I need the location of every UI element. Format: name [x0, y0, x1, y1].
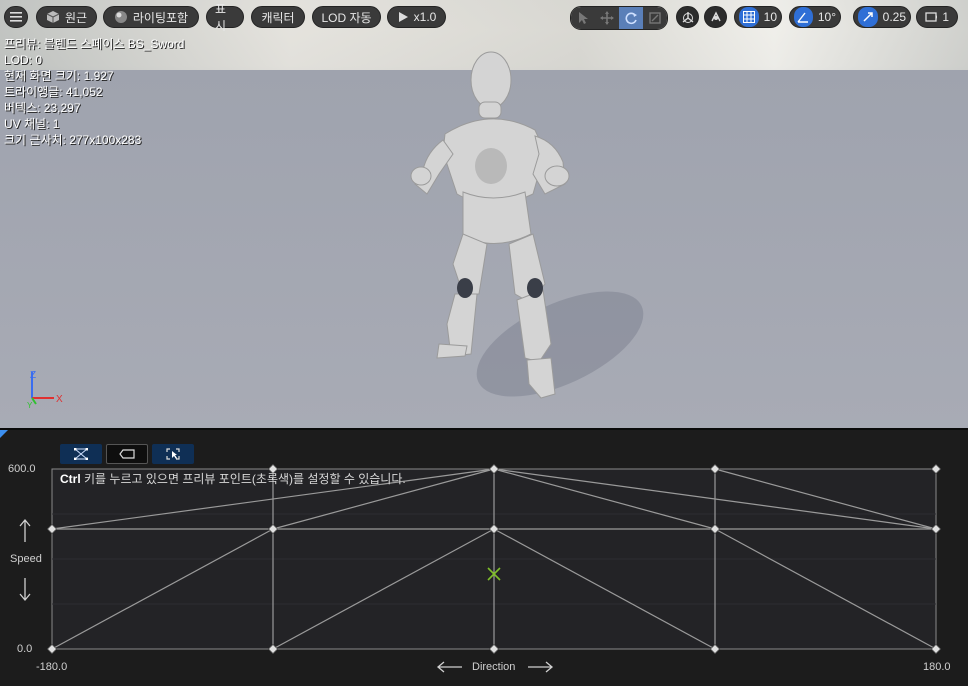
viewport-menu-button[interactable]: [4, 6, 28, 28]
axis-gizmo: Z X Y: [27, 370, 63, 410]
panel-corner-marker: [0, 430, 8, 438]
scale-snap-button[interactable]: 0.25: [853, 6, 911, 28]
triangulation-icon: [74, 448, 88, 460]
character-label: 캐릭터: [261, 10, 295, 25]
show-label: 표시: [215, 2, 227, 33]
rotate-mode-button[interactable]: [619, 7, 643, 29]
down-arrow-icon: [19, 578, 31, 602]
mannequin-character[interactable]: [405, 44, 645, 404]
label-tag-icon: [119, 449, 135, 459]
left-arrow-icon: [436, 661, 462, 673]
x-axis-min-label: -180.0: [36, 661, 68, 673]
y-axis-min-label: 0.0: [17, 643, 33, 655]
lighting-label: 라이팅포함: [132, 10, 189, 25]
coordinate-space-button[interactable]: [676, 6, 699, 28]
play-speed-button[interactable]: x1.0: [387, 6, 446, 28]
surface-snap-icon: [710, 11, 721, 22]
select-mode-button[interactable]: [571, 7, 595, 29]
fit-view-icon: [166, 448, 180, 460]
y-axis-max-label: 600.0: [8, 463, 36, 475]
camera-speed-value: 1: [942, 10, 949, 24]
scale-icon: [649, 12, 661, 24]
stat-preview: 프리뷰: 블렌드 스페이스 BS_Sword: [4, 37, 185, 51]
lighting-mode-button[interactable]: 라이팅포함: [103, 6, 199, 28]
scale-snap-icon: [858, 7, 878, 27]
stat-vertices: 버텍스: 23,297: [4, 101, 81, 115]
zoom-to-fit-button[interactable]: [152, 444, 194, 464]
transform-mode-group: [570, 6, 668, 30]
camera-icon: [925, 12, 938, 22]
scale-mode-button[interactable]: [643, 7, 667, 29]
rotate-icon: [625, 12, 637, 25]
rotation-snap-button[interactable]: 10°: [789, 6, 841, 28]
lod-button[interactable]: LOD 자동: [312, 6, 381, 28]
move-arrows-icon: [600, 11, 614, 25]
camera-speed-button[interactable]: 1: [916, 6, 958, 28]
hint-key: Ctrl: [60, 472, 81, 486]
up-arrow-icon: [19, 518, 31, 542]
lit-sphere-icon: [114, 11, 127, 23]
surface-snap-button[interactable]: [704, 6, 727, 28]
play-speed-label: x1.0: [413, 10, 437, 24]
play-icon: [398, 12, 408, 22]
show-button[interactable]: 표시: [206, 2, 244, 33]
stat-bounds: 크기 근사치: 277x100x283: [4, 133, 142, 147]
preview-hint: Ctrl 키를 누르고 있으면 프리뷰 포인트(초록색)를 설정할 수 있습니다…: [60, 470, 406, 487]
hamburger-icon: [10, 12, 22, 22]
lod-label: LOD 자동: [321, 10, 372, 25]
blendspace-panel: Ctrl 키를 누르고 있으면 프리뷰 포인트(초록색)를 설정할 수 있습니다…: [0, 428, 968, 686]
grid-snap-button[interactable]: 10: [734, 6, 782, 28]
scale-snap-value: 0.25: [882, 10, 906, 24]
axis-x-label: X: [56, 394, 63, 405]
grid-icon: [739, 7, 759, 27]
cube-icon: [46, 11, 60, 23]
axis-y-label: Y: [27, 401, 33, 410]
y-axis-label: Speed: [10, 553, 42, 565]
axis-z-label: Z: [30, 370, 36, 381]
stat-triangles: 트라이앵글: 41,052: [4, 85, 103, 99]
stat-screen-size: 현재 화면 크기: 1.927: [4, 69, 114, 83]
hint-text: 키를 누르고 있으면 프리뷰 포인트(초록색)를 설정할 수 있습니다.: [80, 472, 406, 486]
stat-lod: LOD: 0: [4, 53, 43, 67]
translate-mode-button[interactable]: [595, 7, 619, 29]
angle-icon: [794, 7, 813, 27]
character-button[interactable]: 캐릭터: [251, 6, 305, 28]
rotation-snap-value: 10°: [817, 10, 836, 24]
perspective-button[interactable]: 원근: [36, 6, 97, 28]
x-axis-label: Direction: [472, 661, 516, 673]
right-arrow-icon: [528, 661, 554, 673]
perspective-label: 원근: [64, 10, 88, 25]
preview-viewport[interactable]: 원근 라이팅포함 표시 캐릭터 LOD 자동 x1.0 10 10° 0.25: [0, 0, 968, 428]
blendspace-grid[interactable]: [0, 430, 968, 686]
stat-uv-channels: UV 채널: 1: [4, 117, 60, 131]
x-axis-max-label: 180.0: [923, 661, 951, 673]
show-labels-button[interactable]: [106, 444, 148, 464]
show-triangulation-button[interactable]: [60, 444, 102, 464]
world-axes-icon: [682, 12, 693, 23]
grid-snap-value: 10: [763, 10, 777, 24]
viewport-stats: 프리뷰: 블렌드 스페이스 BS_Sword LOD: 0 현재 화면 크기: …: [4, 36, 184, 148]
cursor-icon: [579, 12, 588, 24]
